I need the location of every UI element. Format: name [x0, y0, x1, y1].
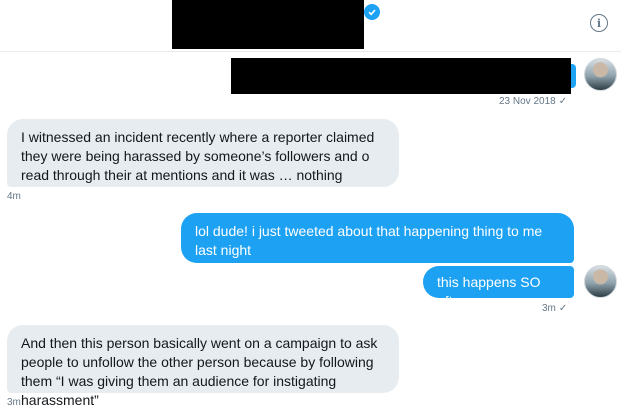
- message-text: lol dude! i just tweeted about that happ…: [195, 223, 543, 258]
- incoming-message[interactable]: I witnessed an incident recently where a…: [7, 119, 399, 187]
- timestamp: 23 Nov 2018: [499, 96, 556, 107]
- read-check-icon: ✓: [558, 303, 568, 314]
- outgoing-message[interactable]: lol dude! i just tweeted about that happ…: [181, 213, 574, 263]
- message-text: this happens SO often: [437, 274, 541, 309]
- message-bubble-edge: [571, 64, 576, 88]
- redacted-message: [231, 58, 571, 94]
- message-text: I witnessed an incident recently where a…: [21, 129, 375, 183]
- message-meta: 3m ✓: [542, 303, 567, 314]
- incoming-message[interactable]: And then this person basically went on a…: [7, 325, 399, 408]
- verified-badge-icon: [364, 4, 380, 20]
- timestamp: 4m: [7, 191, 21, 202]
- conversation-header: i: [0, 0, 621, 52]
- message-meta: 23 Nov 2018 ✓: [499, 96, 567, 107]
- read-check-icon: ✓: [558, 96, 568, 107]
- avatar[interactable]: [584, 265, 617, 298]
- timestamp: 3m: [7, 397, 21, 408]
- redacted-username: [172, 0, 364, 49]
- timestamp: 3m: [542, 303, 556, 314]
- avatar[interactable]: [584, 58, 617, 91]
- outgoing-message[interactable]: this happens SO often: [423, 266, 574, 309]
- message-text: And then this person basically went on a…: [21, 335, 378, 408]
- info-circle-icon[interactable]: i: [590, 14, 608, 32]
